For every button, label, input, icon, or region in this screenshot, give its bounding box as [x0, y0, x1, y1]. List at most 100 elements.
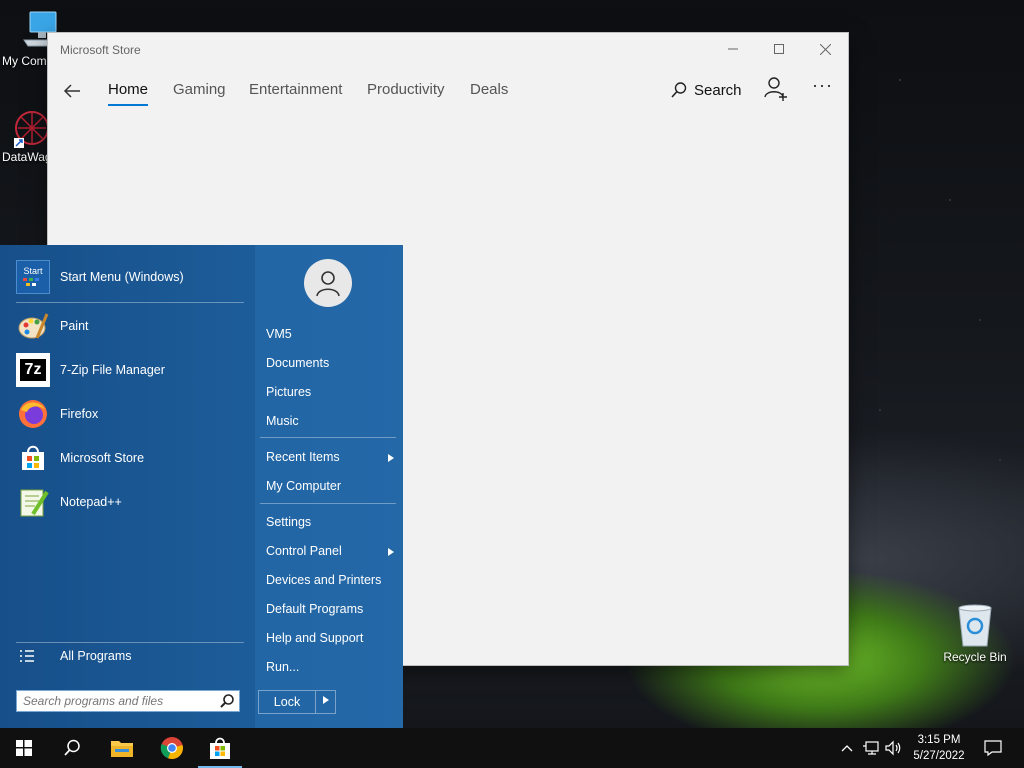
pinned-firefox[interactable]: Firefox	[16, 394, 98, 434]
folder-icon	[111, 741, 133, 757]
taskbar-search-button[interactable]	[48, 728, 96, 768]
store-icon	[210, 737, 230, 759]
add-user-icon	[764, 77, 787, 101]
pinned-7zip[interactable]: 7z 7-Zip File Manager	[16, 350, 165, 390]
place-music[interactable]: Music	[266, 414, 394, 428]
volume-tray-button[interactable]	[884, 728, 904, 768]
divider	[16, 642, 244, 643]
start-menu: Start Start Menu (Windows) Paint 7z 7-Zi…	[0, 245, 403, 728]
paint-icon	[16, 309, 50, 343]
place-vm5[interactable]: VM5	[266, 327, 394, 341]
more-options-button[interactable]: ···	[812, 75, 833, 96]
back-arrow-icon	[63, 84, 80, 98]
start-icon-tiles	[23, 278, 39, 286]
start-menu-places: VM5 Documents Pictures Music Recent Item…	[255, 245, 403, 728]
start-search-input[interactable]	[17, 691, 225, 711]
clock-time: 3:15 PM	[917, 734, 961, 746]
chevron-up-icon	[841, 745, 853, 752]
7zip-icon-text: 7z	[20, 359, 46, 381]
tab-home[interactable]: Home	[108, 81, 149, 106]
desktop-icon-label: Recycle Bin	[943, 650, 1007, 664]
pinned-label: Paint	[60, 319, 89, 333]
place-devices-printers[interactable]: Devices and Printers	[266, 573, 394, 587]
firefox-icon	[16, 397, 50, 431]
close-icon	[819, 43, 831, 55]
submenu-arrow-icon	[388, 548, 394, 556]
user-icon	[316, 271, 340, 297]
notification-icon	[984, 740, 1002, 756]
pinned-paint[interactable]: Paint	[16, 306, 89, 346]
clock[interactable]: 3:15 PM 5/27/2022	[902, 732, 976, 764]
tab-deals[interactable]: Deals	[470, 81, 508, 98]
datawag-icon	[14, 111, 49, 148]
search-label: Search	[694, 81, 742, 99]
start-menu-programs: Start Start Menu (Windows) Paint 7z 7-Zi…	[0, 245, 254, 728]
pinned-label: 7-Zip File Manager	[60, 363, 165, 377]
show-hidden-icons-button[interactable]	[838, 728, 856, 768]
divider	[16, 302, 244, 303]
taskbar-chrome[interactable]	[148, 728, 196, 768]
windows-logo-icon	[16, 740, 32, 756]
submenu-arrow-icon	[322, 696, 329, 704]
place-recent-items[interactable]: Recent Items	[266, 450, 394, 464]
divider	[260, 503, 396, 504]
network-tray-button[interactable]	[860, 728, 882, 768]
search-button[interactable]: Search	[670, 77, 742, 103]
start-search-box[interactable]	[16, 690, 240, 712]
place-settings[interactable]: Settings	[266, 515, 394, 529]
place-documents[interactable]: Documents	[266, 356, 394, 370]
minimize-icon	[728, 48, 738, 50]
start-icon-text: Start	[23, 266, 43, 276]
minimize-button[interactable]	[710, 33, 756, 65]
title-bar[interactable]: Microsoft Store	[48, 33, 848, 65]
pinned-label: Firefox	[60, 407, 99, 421]
place-my-computer[interactable]: My Computer	[266, 479, 394, 493]
tab-entertainment[interactable]: Entertainment	[249, 81, 342, 98]
place-run[interactable]: Run...	[266, 660, 394, 674]
pinned-start-menu-windows[interactable]: Start Start Menu (Windows)	[16, 257, 184, 297]
window-title: Microsoft Store	[60, 43, 141, 57]
account-button[interactable]	[764, 75, 788, 103]
desktop-icon-recycle-bin[interactable]: Recycle Bin	[939, 602, 1011, 664]
notepadpp-icon	[16, 485, 50, 519]
taskbar: 3:15 PM 5/27/2022	[0, 728, 1024, 768]
maximize-icon	[774, 44, 784, 54]
back-button[interactable]	[58, 77, 86, 105]
start-button[interactable]	[0, 728, 48, 768]
clock-date: 5/27/2022	[913, 750, 965, 762]
all-programs-label: All Programs	[60, 649, 132, 663]
search-icon[interactable]	[219, 693, 235, 709]
store-icon	[16, 441, 50, 475]
place-help-support[interactable]: Help and Support	[266, 631, 394, 645]
network-icon	[863, 741, 879, 755]
tab-gaming[interactable]: Gaming	[173, 81, 226, 98]
lock-button[interactable]: Lock	[258, 690, 336, 714]
recycle-bin-icon	[958, 604, 992, 647]
place-pictures[interactable]: Pictures	[266, 385, 394, 399]
lock-label[interactable]: Lock	[259, 691, 316, 713]
pinned-label: Microsoft Store	[60, 451, 145, 465]
chrome-icon	[160, 737, 183, 760]
all-programs-button[interactable]: All Programs	[16, 649, 132, 663]
pinned-notepadpp[interactable]: Notepad++	[16, 482, 122, 522]
search-icon	[64, 739, 80, 756]
pinned-label: Start Menu (Windows)	[60, 270, 184, 284]
tab-productivity[interactable]: Productivity	[367, 81, 445, 98]
place-control-panel[interactable]: Control Panel	[266, 544, 394, 558]
taskbar-microsoft-store[interactable]	[196, 728, 244, 768]
place-label: Recent Items	[266, 450, 340, 464]
user-avatar[interactable]	[304, 259, 352, 307]
start-menu-icon: Start	[16, 260, 50, 294]
close-button[interactable]	[802, 33, 848, 65]
pinned-label: Notepad++	[60, 495, 122, 509]
place-default-programs[interactable]: Default Programs	[266, 602, 394, 616]
store-nav: Home Gaming Entertainment Productivity D…	[48, 65, 848, 117]
7zip-icon: 7z	[16, 353, 50, 387]
maximize-button[interactable]	[756, 33, 802, 65]
taskbar-file-explorer[interactable]	[98, 728, 146, 768]
pinned-microsoft-store[interactable]: Microsoft Store	[16, 438, 144, 478]
divider	[260, 437, 396, 438]
notifications-button[interactable]	[978, 728, 1008, 768]
submenu-arrow-icon	[388, 454, 394, 462]
lock-options-button[interactable]	[316, 691, 335, 713]
